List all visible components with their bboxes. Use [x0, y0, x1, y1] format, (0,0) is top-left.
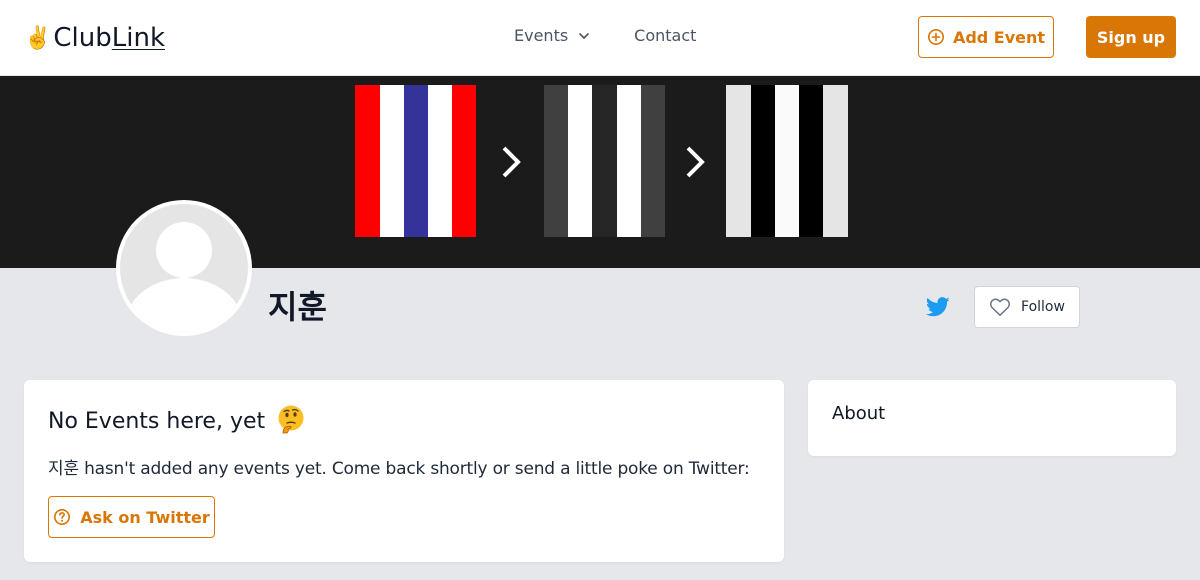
events-empty-title: No Events here, yet — [48, 404, 306, 434]
nav-events-dropdown[interactable]: Events — [514, 26, 590, 45]
follow-label: Follow — [1021, 299, 1065, 315]
arrow-right-icon — [686, 146, 705, 178]
logo-text-link: Link — [111, 23, 166, 53]
follow-button[interactable]: Follow — [974, 286, 1080, 328]
flag-colored — [355, 85, 476, 237]
logo[interactable]: ✌️ Club Link — [24, 20, 165, 56]
plus-circle-icon — [927, 28, 944, 46]
ask-on-twitter-label: Ask on Twitter — [80, 507, 210, 527]
twitter-icon[interactable] — [925, 296, 950, 318]
about-card: About — [808, 380, 1176, 456]
main-nav: Events Contact — [514, 26, 696, 45]
top-navbar: ✌️ Club Link Events Contact Add Event Sig… — [0, 0, 1200, 76]
events-title-text: No Events here, yet — [48, 409, 266, 434]
add-event-label: Add Event — [952, 27, 1046, 47]
logo-text-club: Club — [53, 23, 112, 53]
signup-label: Sign up — [1096, 27, 1166, 47]
profile-name: 지훈 — [268, 288, 327, 326]
chevron-down-icon — [578, 30, 590, 42]
question-circle-icon — [54, 508, 71, 526]
arrow-right-icon — [502, 146, 521, 178]
flag-high-contrast — [726, 85, 848, 237]
victory-hand-icon: ✌️ — [24, 25, 52, 51]
avatar — [116, 200, 252, 336]
signup-button[interactable]: Sign up — [1086, 16, 1176, 58]
add-event-button[interactable]: Add Event — [918, 16, 1054, 58]
flag-grayscale — [544, 85, 665, 237]
events-empty-description: 지훈 hasn't added any events yet. Come bac… — [48, 459, 750, 479]
about-title: About — [832, 403, 886, 424]
ask-on-twitter-button[interactable]: Ask on Twitter — [48, 496, 215, 538]
user-placeholder-icon — [120, 204, 248, 332]
nav-contact-link[interactable]: Contact — [634, 26, 696, 45]
nav-contact-label: Contact — [634, 26, 697, 45]
nav-events-label: Events — [514, 26, 569, 45]
heart-icon — [990, 298, 1010, 316]
thinking-face-icon — [276, 404, 306, 434]
events-card: No Events here, yet 지훈 hasn't added any … — [24, 380, 784, 562]
